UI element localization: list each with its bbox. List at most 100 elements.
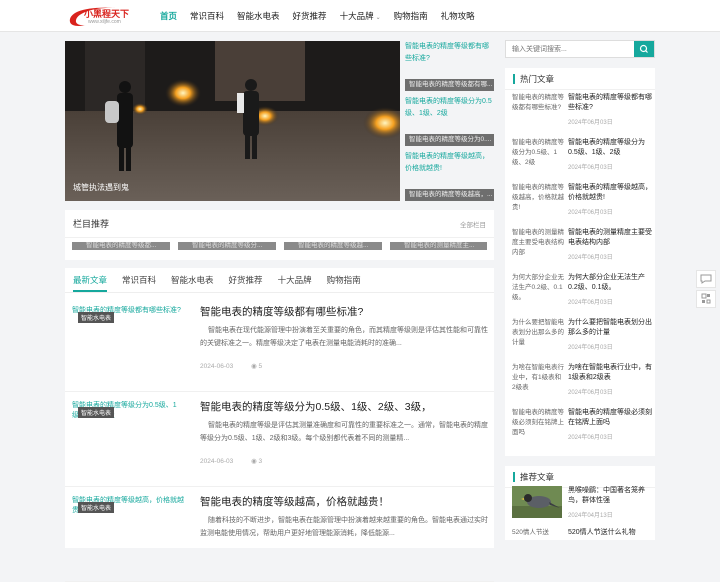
hot-thumb-alt[interactable]: 智能电表的精度等级越高，价格就越贵! <box>512 183 564 223</box>
list-item[interactable]: 智能电表的精度等级越高，价格就越贵! 智能电表的精度等级越高，价格就越贵! 20… <box>512 183 652 227</box>
recommend-item[interactable]: 智能电表的精度等级分... <box>178 242 276 250</box>
chat-bubble-icon <box>700 274 712 284</box>
list-item[interactable]: 智能电表的精度等级分为0.5级、1级、2级、3级 智能水电表 智能电表的精度等级… <box>65 393 494 487</box>
nav-item-home[interactable]: 首页 <box>160 0 177 32</box>
side-thumb-alt: 智能电表的精度等级越高，价格就越贵! <box>405 153 489 172</box>
hot-date: 2024年06月03日 <box>568 210 613 216</box>
tab-smart-meter[interactable]: 智能水电表 <box>171 268 214 292</box>
list-item[interactable]: 为啥在智能电表行业中，有1级表和2级表 为啥在智能电表行业中，有1级表和2级表 … <box>512 363 652 407</box>
hot-date: 2024年06月03日 <box>568 390 613 396</box>
tab-top-brands[interactable]: 十大品牌 <box>278 268 312 292</box>
list-item[interactable]: 智能电表的精度等级都有哪些标准? 智能水电表 智能电表的精度等级都有哪些标准? … <box>65 298 494 392</box>
hot-title[interactable]: 智能电表的测量精度主要受电表结构内部 <box>568 228 652 248</box>
post-meta: 2024-06-03 ◉ 5 <box>200 362 262 370</box>
nav-item-gift-guide[interactable]: 礼物攻略 <box>441 0 475 32</box>
bird-image[interactable] <box>512 486 562 518</box>
site-logo[interactable]: 小黑程天下 www.xiljfe.com <box>66 4 132 28</box>
qrcode-icon[interactable] <box>696 290 716 308</box>
article-tabs: 最新文章 常识百科 智能水电表 好货推荐 十大品牌 购物指南 <box>65 268 494 293</box>
post-thumbnail[interactable]: 智能电表的精度等级都有哪些标准? 智能水电表 <box>72 306 187 376</box>
post-meta: 2024-06-03 ◉ 3 <box>200 457 262 465</box>
side-thumb-item[interactable]: 智能电表的精度等级分为0.5级、1级、2级 智能电表的精度等级分为0.... <box>405 96 494 146</box>
logo-subtitle: www.xiljfe.com <box>88 19 121 25</box>
side-thumbnails: 智能电表的精度等级都有哪些标准? 智能电表的精度等级都有哪... 智能电表的精度… <box>405 41 494 201</box>
tab-knowledge[interactable]: 常识百科 <box>122 268 156 292</box>
qr-icon <box>701 293 711 304</box>
hot-thumb-alt[interactable]: 为什么要把智能电表划分出那么多的计量 <box>512 318 564 358</box>
nav-item-knowledge[interactable]: 常识百科 <box>190 0 224 32</box>
featured-slider[interactable]: 城管执法遇到鬼 <box>65 41 400 201</box>
side-thumb-bar: 智能电表的精度等级越高，... <box>405 189 494 201</box>
hot-thumb-alt[interactable]: 智能电表的精度等级必须刻在铭牌上面吗 <box>512 408 564 448</box>
hot-thumb-alt[interactable]: 520情人节送 <box>512 528 564 568</box>
hot-date: 2024年06月03日 <box>568 435 613 441</box>
list-item[interactable]: 为什么要把智能电表划分出那么多的计量 为什么要把智能电表划分出那么多的计量 20… <box>512 318 652 362</box>
hot-articles-widget: 热门文章 智能电表的精度等级都有哪些标准? 智能电表的精度等级都有哪些标准? 2… <box>505 68 655 456</box>
post-excerpt: 智能电表的精度等级是评估其测量准确度和可靠性的重要标准之一。通常，智能电表的精度… <box>200 422 488 442</box>
hot-title[interactable]: 智能电表的精度等级越高，价格就越贵! <box>568 183 652 203</box>
tab-shopping-guide[interactable]: 购物指南 <box>327 268 361 292</box>
post-title[interactable]: 智能电表的精度等级分为0.5级、1级、2级、3级， <box>200 399 490 414</box>
recommend-item[interactable]: 智能电表的精度等级越... <box>284 242 382 250</box>
hot-thumb-alt[interactable]: 为啥在智能电表行业中，有1级表和2级表 <box>512 363 564 403</box>
list-item[interactable]: 智能电表的精度等级都有哪些标准? 智能电表的精度等级都有哪些标准? 2024年0… <box>512 93 652 137</box>
category-badge[interactable]: 智能水电表 <box>78 312 115 323</box>
tab-latest[interactable]: 最新文章 <box>73 268 108 292</box>
slider-image <box>65 41 400 201</box>
hot-date: 2024年06月03日 <box>568 165 613 171</box>
recommend-item[interactable]: 智能电表的精度等级都... <box>72 242 170 250</box>
view-count: 5 <box>258 363 263 370</box>
post-title[interactable]: 智能电表的精度等级越高，价格就越贵！ <box>200 494 490 509</box>
nav-item-shopping-guide[interactable]: 购物指南 <box>394 0 428 32</box>
eye-icon: ◉ <box>251 363 259 370</box>
hot-date: 2024年06月03日 <box>568 345 613 351</box>
list-item[interactable]: 智能电表的精度等级必须刻在铭牌上面吗 智能电表的精度等级必须刻在铭牌上面吗 20… <box>512 408 652 452</box>
post-title[interactable]: 智能电表的精度等级都有哪些标准? <box>200 304 490 319</box>
side-thumb-alt: 智能电表的精度等级都有哪些标准? <box>405 43 489 62</box>
divider <box>65 237 494 238</box>
nav-item-top-brands[interactable]: 十大品牌 ⌄ <box>340 0 381 32</box>
hot-title[interactable]: 520情人节送什么礼物 <box>568 528 652 548</box>
hot-title[interactable]: 智能电表的精度等级分为0.5级、1级、2级 <box>568 138 652 158</box>
side-thumb-bar: 智能电表的精度等级分为0.... <box>405 134 494 146</box>
chevron-down-icon: ⌄ <box>375 15 381 21</box>
list-item[interactable]: 黑喉噪鹛：中国著名笼养鸟，群体性强 2024年04月13日 <box>512 486 652 530</box>
recommend-title: 栏目推荐 <box>73 219 110 229</box>
nav-item-smart-meter[interactable]: 智能水电表 <box>237 0 280 32</box>
hot-title[interactable]: 为啥在智能电表行业中，有1级表和2级表 <box>568 363 652 383</box>
all-categories-link[interactable]: 全部栏目 <box>460 219 486 229</box>
floating-tools <box>696 270 716 310</box>
hot-thumb-alt[interactable]: 智能电表的测量精度主要受电表结构内部 <box>512 228 564 268</box>
list-item[interactable]: 为何大部分企业无法生产0.2级、0.1级。 为何大部分企业无法生产0.2级、0.… <box>512 273 652 317</box>
hot-title[interactable]: 为何大部分企业无法生产0.2级、0.1级。 <box>568 273 652 293</box>
category-badge[interactable]: 智能水电表 <box>78 502 115 513</box>
side-thumb-item[interactable]: 智能电表的精度等级都有哪些标准? 智能电表的精度等级都有哪... <box>405 41 494 91</box>
site-header: 小黑程天下 www.xiljfe.com 首页 常识百科 智能水电表 好货推荐 … <box>0 0 720 32</box>
side-thumb-item[interactable]: 智能电表的精度等级越高，价格就越贵! 智能电表的精度等级越高，... <box>405 151 494 201</box>
nav-item-goods[interactable]: 好货推荐 <box>293 0 327 32</box>
widget-title: 热门文章 <box>513 74 554 84</box>
search-button[interactable] <box>634 41 654 57</box>
chat-icon[interactable] <box>696 270 716 288</box>
search-input[interactable] <box>506 41 634 57</box>
main-nav: 首页 常识百科 智能水电表 好货推荐 十大品牌 ⌄ 购物指南 礼物攻略 <box>160 0 488 32</box>
hot-thumb-alt[interactable]: 智能电表的精度等级都有哪些标准? <box>512 93 564 133</box>
post-thumbnail[interactable]: 智能电表的精度等级越高，价格就越贵 智能水电表 <box>72 496 187 566</box>
list-item[interactable]: 智能电表的精度等级越高，价格就越贵 智能水电表 智能电表的精度等级越高，价格就越… <box>65 488 494 582</box>
hot-thumb-alt[interactable]: 为何大部分企业无法生产0.2级、0.1级。 <box>512 273 564 313</box>
slider-caption: 城管执法遇到鬼 <box>73 183 129 192</box>
list-item[interactable]: 智能电表的精度等级分为0.5级、1级、2级 智能电表的精度等级分为0.5级、1级… <box>512 138 652 182</box>
eye-icon: ◉ <box>251 458 259 465</box>
category-badge[interactable]: 智能水电表 <box>78 407 115 418</box>
hot-title[interactable]: 智能电表的精度等级都有哪些标准? <box>568 93 652 113</box>
hot-thumb-alt[interactable]: 智能电表的精度等级分为0.5级、1级、2级 <box>512 138 564 178</box>
post-date: 2024-06-03 <box>200 363 234 370</box>
list-item[interactable]: 520情人节送 520情人节送什么礼物 <box>512 528 652 572</box>
hot-title[interactable]: 为什么要把智能电表划分出那么多的计量 <box>568 318 652 338</box>
recommend-item[interactable]: 智能电表的测量精度主... <box>390 242 487 250</box>
hot-title[interactable]: 黑喉噪鹛：中国著名笼养鸟，群体性强 <box>568 486 652 506</box>
tab-goods[interactable]: 好货推荐 <box>229 268 263 292</box>
list-item[interactable]: 智能电表的测量精度主要受电表结构内部 智能电表的测量精度主要受电表结构内部 20… <box>512 228 652 272</box>
hot-title[interactable]: 智能电表的精度等级必须刻在铭牌上面吗 <box>568 408 652 428</box>
post-thumbnail[interactable]: 智能电表的精度等级分为0.5级、1级、2级、3级 智能水电表 <box>72 401 187 471</box>
